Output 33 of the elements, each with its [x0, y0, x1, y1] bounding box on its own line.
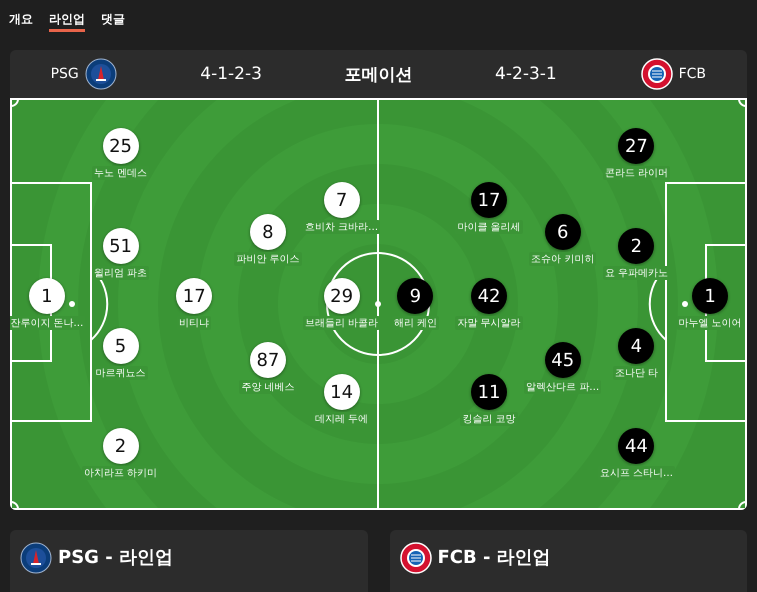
- player-name: 요 우파메카노: [602, 266, 670, 280]
- formation-title: 포메이션: [344, 64, 412, 86]
- player-name: 비티냐: [177, 316, 212, 330]
- player-name: 흐비차 크바라…: [303, 220, 380, 234]
- player-name: 브래들리 바콜라: [303, 316, 380, 330]
- crest-icon: [20, 542, 52, 574]
- player-name: 조슈아 키미히: [529, 252, 596, 266]
- player-name: 파비안 루이스: [234, 252, 302, 266]
- player-name: 자말 무시알라: [455, 316, 523, 330]
- player-name: 마이클 올리세: [455, 220, 523, 234]
- crest-icon: [400, 542, 432, 574]
- player-name: 잔루이지 돈나…: [10, 316, 86, 330]
- formation-text: 4-2-3-1: [495, 64, 557, 84]
- player-name: 마르퀴뇨스: [94, 366, 148, 380]
- player-name: 해리 케인: [392, 316, 439, 330]
- player-name: 윌리엄 파초: [92, 266, 150, 280]
- player-name: 요시프 스타니…: [598, 466, 675, 480]
- tab[interactable]: 댓글: [101, 6, 125, 32]
- player-name: 알렉산다르 파…: [524, 380, 602, 394]
- formation-text: 4-1-2-3: [200, 64, 262, 84]
- player-name: 콘라드 라이머: [602, 166, 670, 180]
- player-name: 누노 멘데스: [92, 166, 150, 180]
- player-name: 조나단 타: [612, 366, 660, 380]
- team-name: PSG: [50, 66, 79, 82]
- card-title: FCB - 라인업: [438, 546, 551, 570]
- crest-icon: [84, 58, 117, 90]
- tab[interactable]: 개요: [9, 6, 33, 32]
- tab[interactable]: 라인업: [49, 6, 85, 32]
- team-name: FCB: [678, 66, 706, 82]
- card-title: PSG - 라인업: [58, 546, 173, 570]
- crest-icon: [640, 58, 673, 90]
- player-name: 주앙 네베스: [239, 380, 296, 394]
- player-name: 킹슬리 코망: [460, 412, 518, 426]
